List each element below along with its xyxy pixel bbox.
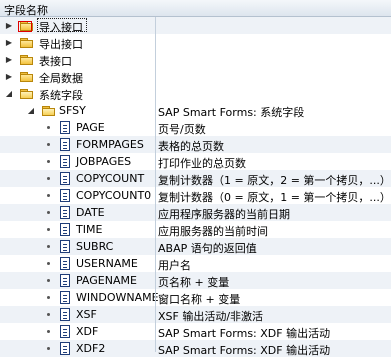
folder-open-icon: [42, 106, 56, 116]
node-label: 表接口: [39, 55, 72, 68]
field-description: SAP Smart Forms: XDF 输出活动: [158, 344, 331, 357]
field-description: 页名称 + 变量: [158, 276, 230, 289]
field-description: 复制计数器（1 = 原文，2 = 第一个拷贝，...）: [158, 174, 391, 187]
tree-node-system-fields[interactable]: ◢ 系统字段: [0, 85, 391, 102]
tree-node-field[interactable]: FORMPAGES 表格的总页数: [0, 136, 391, 153]
tree-connector-dot: [47, 330, 50, 333]
field-document-icon: [60, 189, 70, 202]
tree-connector-dot: [47, 296, 50, 299]
tree-connector-dot: [47, 347, 50, 350]
field-name: PAGENAME: [76, 274, 137, 287]
tree-connector-dot: [47, 143, 50, 146]
field-document-icon: [60, 155, 70, 168]
field-document-icon: [60, 138, 70, 151]
field-description: 应用服务器的当前时间: [158, 225, 268, 238]
tree-connector-dot: [47, 245, 50, 248]
tree-node-field[interactable]: TIME 应用服务器的当前时间: [0, 221, 391, 238]
tree-node-field[interactable]: XSF XSF 输出活动/非激活: [0, 306, 391, 323]
tree-node-field[interactable]: PAGENAME 页名称 + 变量: [0, 272, 391, 289]
folder-open-icon: [20, 89, 34, 99]
field-description: 窗口名称 + 变量: [158, 293, 241, 306]
tree-node-table-interface[interactable]: ▶ 表接口: [0, 51, 391, 68]
field-name: XDF: [76, 325, 99, 338]
column-header: 字段名称: [0, 0, 391, 17]
field-document-icon: [60, 240, 70, 253]
tree-node-field[interactable]: SUBRC ABAP 语句的返回值: [0, 238, 391, 255]
tree-node-field[interactable]: DATE 应用程序服务器的当前日期: [0, 204, 391, 221]
field-document-icon: [60, 342, 70, 355]
field-name: SUBRC: [76, 240, 114, 253]
field-description: 打印作业的总页数: [158, 157, 246, 170]
tree-connector-dot: [47, 211, 50, 214]
field-name: COPYCOUNT0: [76, 189, 152, 202]
collapse-arrow-icon[interactable]: ◢: [4, 85, 14, 102]
tree-connector-dot: [47, 194, 50, 197]
expand-arrow-icon[interactable]: ▶: [4, 34, 14, 51]
tree-node-sfsy[interactable]: ◢ SFSY SAP Smart Forms: 系统字段: [0, 102, 391, 119]
node-label: 全局数据: [39, 72, 83, 85]
tree-connector-dot: [47, 262, 50, 265]
field-description: 表格的总页数: [158, 140, 224, 153]
collapse-arrow-icon[interactable]: ◢: [26, 102, 36, 119]
field-document-icon: [60, 121, 70, 134]
field-document-icon: [60, 206, 70, 219]
tree-node-import-interface[interactable]: ▶ 导入接口: [0, 17, 391, 34]
field-document-icon: [60, 274, 70, 287]
node-label: 系统字段: [39, 89, 83, 102]
field-document-icon: [60, 223, 70, 236]
tree-node-field[interactable]: WINDOWNAME 窗口名称 + 变量: [0, 289, 391, 306]
field-document-icon: [60, 257, 70, 270]
field-description: 复制计数器（0 = 原文，1 = 第一个拷贝，...）: [158, 191, 391, 204]
tree-connector-dot: [47, 228, 50, 231]
expand-arrow-icon[interactable]: ▶: [4, 17, 14, 34]
tree-connector-dot: [47, 126, 50, 129]
folder-icon: [20, 55, 34, 65]
tree-connector-dot: [47, 160, 50, 163]
folder-icon: [20, 72, 34, 82]
tree-connector-dot: [47, 279, 50, 282]
tree-node-field[interactable]: USERNAME 用户名: [0, 255, 391, 272]
field-name: WINDOWNAME: [76, 291, 159, 304]
field-name: XSF: [76, 308, 97, 321]
node-label: 导入接口: [39, 21, 83, 34]
tree-node-field[interactable]: JOBPAGES 打印作业的总页数: [0, 153, 391, 170]
field-name: USERNAME: [76, 257, 138, 270]
expand-arrow-icon[interactable]: ▶: [4, 51, 14, 68]
field-description: ABAP 语句的返回值: [158, 242, 257, 255]
node-description: SAP Smart Forms: 系统字段: [158, 106, 305, 119]
field-document-icon: [60, 325, 70, 338]
field-name: COPYCOUNT: [76, 172, 145, 185]
field-description: SAP Smart Forms: XDF 输出活动: [158, 327, 331, 340]
field-document-icon: [60, 308, 70, 321]
tree-node-field[interactable]: PAGE 页号/页数: [0, 119, 391, 136]
field-tree: 字段名称 ▶ 导入接口 ▶ 导出接口 ▶ 表接口 ▶ 全局数据 ◢ 系统字段 ◢…: [0, 0, 391, 357]
field-name: TIME: [76, 223, 103, 236]
field-name-header: 字段名称: [4, 4, 48, 17]
field-document-icon: [60, 172, 70, 185]
tree-node-field[interactable]: XDF2 SAP Smart Forms: XDF 输出活动: [0, 340, 391, 357]
tree-node-export-interface[interactable]: ▶ 导出接口: [0, 34, 391, 51]
field-description: XSF 输出活动/非激活: [158, 310, 264, 323]
field-name: DATE: [76, 206, 105, 219]
expand-arrow-icon[interactable]: ▶: [4, 68, 14, 85]
field-name: PAGE: [76, 121, 105, 134]
column-divider: [155, 17, 156, 352]
node-label: SFSY: [59, 104, 86, 117]
tree-node-field[interactable]: XDF SAP Smart Forms: XDF 输出活动: [0, 323, 391, 340]
node-label: 导出接口: [39, 38, 83, 51]
field-document-icon: [60, 291, 70, 304]
field-description: 页号/页数: [158, 123, 206, 136]
tree-node-field[interactable]: COPYCOUNT 复制计数器（1 = 原文，2 = 第一个拷贝，...）: [0, 170, 391, 187]
tree-node-global-data[interactable]: ▶ 全局数据: [0, 68, 391, 85]
field-description: 应用程序服务器的当前日期: [158, 208, 290, 221]
selection-highlight: [18, 21, 32, 32]
field-description: 用户名: [158, 259, 191, 272]
tree-connector-dot: [47, 313, 50, 316]
tree-node-field[interactable]: COPYCOUNT0 复制计数器（0 = 原文，1 = 第一个拷贝，...）: [0, 187, 391, 204]
folder-icon: [20, 38, 34, 48]
field-name: JOBPAGES: [76, 155, 132, 168]
field-name: FORMPAGES: [76, 138, 144, 151]
tree-connector-dot: [47, 177, 50, 180]
field-name: XDF2: [76, 342, 106, 355]
